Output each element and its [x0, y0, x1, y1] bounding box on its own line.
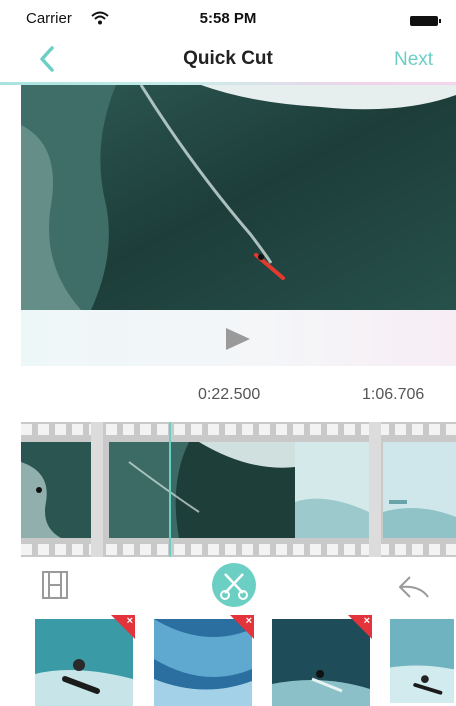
film-frame	[21, 442, 91, 538]
total-time: 1:06.706	[362, 386, 425, 403]
film-perforation	[21, 544, 456, 555]
current-time: 0:22.500	[198, 386, 261, 403]
remove-clip-icon[interactable]: ×	[364, 615, 370, 628]
film-divider	[369, 422, 381, 557]
page-title: Quick Cut	[183, 48, 273, 69]
remove-clip-icon[interactable]: ×	[127, 615, 133, 628]
cut-button[interactable]	[212, 563, 256, 607]
remove-clip-icon[interactable]: ×	[246, 615, 252, 628]
film-frame	[295, 442, 369, 538]
battery-icon	[410, 16, 441, 26]
play-icon[interactable]	[226, 328, 250, 350]
playhead[interactable]	[168, 422, 171, 557]
clip-thumbnail[interactable]	[388, 615, 456, 706]
clip-thumbnail[interactable]: ×	[270, 615, 372, 706]
scissors-icon	[220, 573, 248, 600]
film-divider	[91, 422, 103, 557]
clip-thumbnail[interactable]: ×	[33, 615, 135, 706]
filmstrip-timeline[interactable]	[21, 422, 456, 557]
film-perforation	[21, 424, 456, 435]
film-strip-icon[interactable]	[40, 570, 70, 600]
film-frame	[383, 442, 456, 538]
film-frame	[109, 442, 295, 538]
undo-icon[interactable]	[396, 573, 432, 601]
clip-thumbnail[interactable]: ×	[152, 615, 254, 706]
status-time: 5:58 PM	[199, 10, 257, 27]
video-preview[interactable]	[21, 85, 456, 310]
next-button[interactable]: Next	[394, 49, 433, 71]
clip-image	[390, 619, 454, 704]
